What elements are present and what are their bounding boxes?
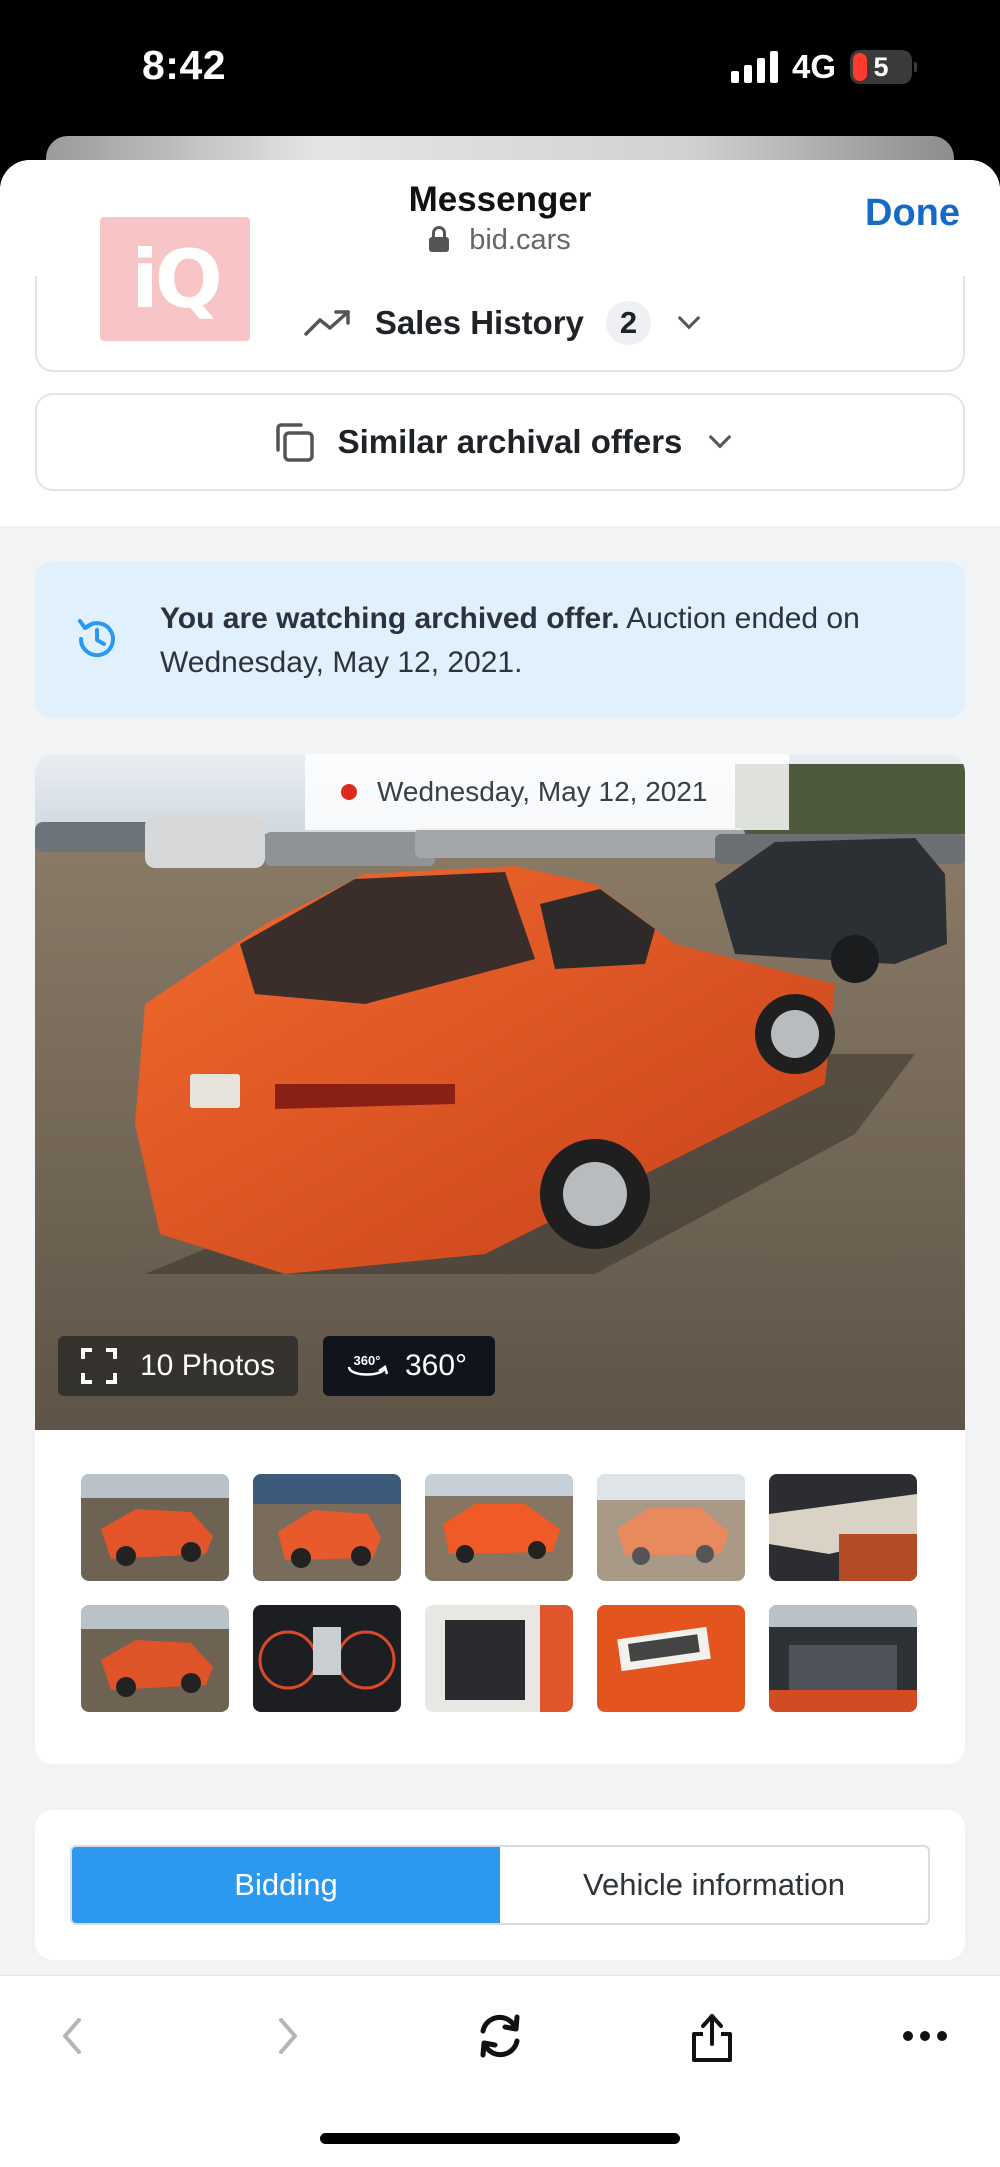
history-icon (71, 613, 123, 670)
thumbnail[interactable] (253, 1605, 401, 1712)
done-button[interactable]: Done (865, 192, 960, 235)
iq-logo: iQ (100, 217, 250, 341)
archived-notice: You are watching archived offer. Auction… (35, 561, 965, 718)
live-dot-icon (341, 784, 357, 800)
thumbnail[interactable] (769, 1474, 917, 1581)
view-360-button[interactable]: 360° 360° (323, 1336, 495, 1396)
thumbnail[interactable] (769, 1605, 917, 1712)
car-photo-image (35, 754, 965, 1430)
photo-gallery: Wednesday, May 12, 2021 10 Photos 360° 3… (35, 754, 965, 1764)
thumbnail[interactable] (425, 1474, 573, 1581)
thumbnail[interactable] (425, 1605, 573, 1712)
reload-icon[interactable] (470, 2006, 530, 2066)
copy-icon (272, 420, 316, 464)
battery-icon: 5 (850, 50, 917, 84)
tab-bar: Bidding Vehicle information (70, 1845, 930, 1925)
thumbnail[interactable] (597, 1605, 745, 1712)
all-photos-button[interactable]: 10 Photos (58, 1336, 298, 1396)
photo-date: Wednesday, May 12, 2021 (377, 776, 708, 807)
url-text: bid.cars (469, 224, 571, 256)
similar-offers-label: Similar archival offers (337, 423, 683, 460)
main-photo[interactable]: Wednesday, May 12, 2021 10 Photos 360° 3… (35, 754, 965, 1430)
status-bar: 8:42 4G 5 (0, 0, 1000, 140)
lock-icon (429, 226, 450, 252)
signal-icon (730, 51, 778, 83)
notice-bold: You are watching archived offer. (160, 602, 620, 635)
notice-text: You are watching archived offer. Auction… (160, 597, 900, 685)
thumbnail[interactable] (81, 1605, 229, 1712)
photo-date-label: Wednesday, May 12, 2021 (305, 754, 789, 830)
app-title: Messenger (408, 180, 592, 219)
tabs-card: Bidding Vehicle information (35, 1810, 965, 1960)
expand-icon (80, 1347, 118, 1385)
home-indicator[interactable] (320, 2133, 680, 2144)
sales-history-label: Sales History (374, 304, 584, 341)
status-indicators: 4G 5 (730, 48, 917, 86)
browser-sheet: Messenger bid.cars Done iQ Sales History… (0, 160, 1000, 2167)
sales-history-count: 2 (605, 301, 652, 345)
svg-text:360°: 360° (354, 1353, 381, 1368)
status-time: 8:42 (142, 42, 227, 88)
view-360-label: 360° (405, 1349, 468, 1382)
chevron-down-icon (709, 425, 732, 449)
battery-level: 5 (873, 51, 889, 82)
back-icon[interactable] (42, 2006, 102, 2066)
similar-offers-accordion[interactable]: Similar archival offers (35, 393, 965, 491)
trend-up-icon (303, 308, 353, 338)
share-icon[interactable] (682, 2006, 742, 2066)
tab-vehicle-information[interactable]: Vehicle information (500, 1847, 928, 1923)
forward-icon[interactable] (258, 2006, 318, 2066)
network-type: 4G (791, 48, 836, 85)
thumbnail-grid (81, 1474, 921, 1712)
thumbnail[interactable] (81, 1474, 229, 1581)
more-icon[interactable] (895, 2006, 955, 2066)
thumbnail[interactable] (597, 1474, 745, 1581)
photos-label: 10 Photos (140, 1349, 276, 1382)
chevron-down-icon (677, 306, 701, 330)
rotate-360-icon: 360° (345, 1351, 389, 1381)
thumbnail[interactable] (253, 1474, 401, 1581)
tab-bidding[interactable]: Bidding (72, 1847, 500, 1923)
